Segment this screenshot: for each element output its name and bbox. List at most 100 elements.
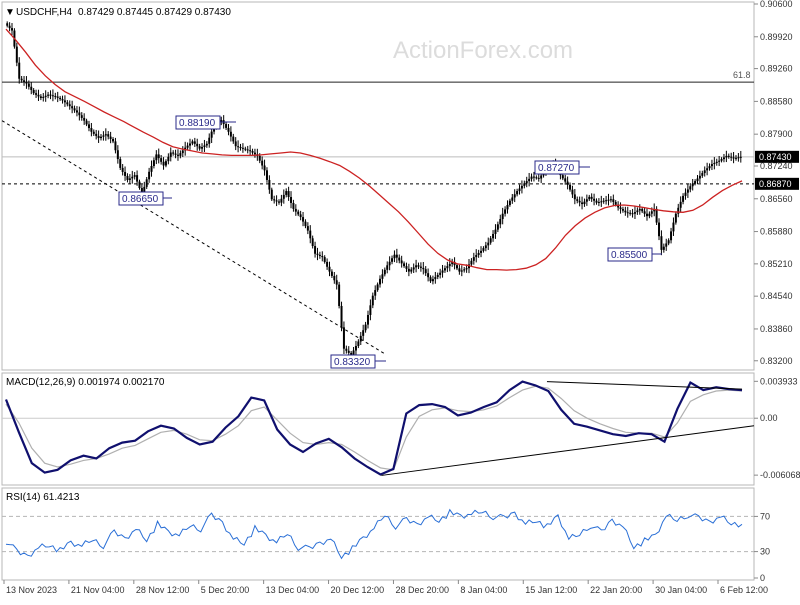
candle-body [434, 277, 437, 280]
candle-body [364, 324, 367, 331]
candle-body [114, 141, 117, 151]
candle-body [294, 208, 297, 212]
candle-body [347, 350, 350, 353]
candle-body [32, 89, 35, 94]
price-tick-label: 0.86560 [760, 194, 793, 204]
candle-body [679, 201, 682, 208]
candle-body [602, 200, 605, 202]
candle-body [482, 248, 485, 251]
candle-body [520, 185, 523, 189]
candle-body [684, 192, 687, 196]
candle-body [369, 305, 372, 315]
price-tick-label: 0.90600 [760, 0, 793, 9]
candle-body [326, 261, 329, 267]
candle-body [333, 275, 336, 281]
candle-body [15, 46, 18, 63]
candle-body [352, 350, 355, 355]
candle-body [59, 97, 62, 100]
candle-body [477, 252, 480, 256]
candle-body [155, 154, 158, 161]
candle-body [193, 141, 196, 144]
candle-body [643, 211, 646, 214]
candle-body [314, 246, 317, 254]
candle-body [304, 221, 307, 227]
candle-body [691, 183, 694, 187]
candle-body [102, 135, 105, 137]
candle-body [80, 115, 83, 118]
candle-body [386, 265, 389, 270]
candle-body [624, 210, 627, 213]
candle-body [737, 157, 740, 159]
candle-body [686, 189, 689, 193]
candle-body [566, 181, 569, 185]
candle-body [528, 178, 531, 182]
candle-body [239, 147, 242, 149]
candle-body [285, 191, 288, 195]
candle-body [95, 133, 98, 136]
candle-body [97, 135, 100, 139]
candle-body [297, 211, 300, 215]
candle-body [335, 280, 338, 285]
candle-body [63, 100, 66, 103]
candle-body [718, 160, 721, 162]
candle-body [689, 186, 692, 190]
candle-body [366, 314, 369, 325]
candle-body [273, 199, 276, 201]
candle-body [655, 208, 658, 223]
time-tick-label: 15 Jan 12:00 [525, 585, 577, 595]
candle-body [316, 253, 319, 255]
candle-body [609, 199, 612, 201]
candle-body [302, 217, 305, 222]
annotation-label: 0.85500 [611, 250, 648, 261]
candle-body [504, 209, 507, 214]
candle-body [119, 159, 122, 168]
candle-body [311, 238, 314, 247]
candle-body [203, 145, 206, 148]
chart-background [0, 0, 800, 600]
candle-body [670, 231, 673, 241]
candle-body [210, 131, 213, 138]
candle-body [131, 176, 134, 179]
candle-body [309, 230, 312, 239]
symbol-header: USDCHF,H4 [16, 7, 73, 18]
candle-body [8, 25, 11, 29]
candle-body [49, 94, 52, 96]
header-arrow-icon[interactable]: ▼ [5, 7, 15, 18]
candle-body [227, 127, 230, 132]
candle-body [436, 274, 439, 278]
candle-body [225, 124, 228, 128]
candle-body [323, 257, 326, 262]
candle-body [725, 155, 728, 158]
candle-body [328, 266, 331, 272]
candle-body [443, 268, 446, 271]
candle-body [345, 348, 348, 351]
candle-body [172, 152, 175, 154]
candle-body [68, 104, 71, 107]
candle-body [472, 257, 475, 261]
candle-body [244, 148, 247, 150]
candle-body [412, 267, 415, 270]
candle-body [662, 246, 665, 250]
candle-body [249, 150, 252, 152]
candle-body [56, 96, 59, 98]
time-tick-label: 8 Jan 04:00 [460, 585, 507, 595]
candle-body [241, 147, 244, 149]
rsi-tick-label: 30 [760, 547, 770, 557]
candle-body [11, 28, 14, 31]
candle-body [20, 78, 23, 81]
candle-body [523, 183, 526, 186]
candle-body [357, 341, 360, 346]
candle-body [429, 277, 432, 282]
candle-body [191, 141, 194, 144]
annotation-label: 0.87270 [538, 163, 575, 174]
time-tick-label: 13 Nov 2023 [6, 585, 57, 595]
candle-body [189, 143, 191, 146]
time-tick-label: 5 Dec 20:00 [201, 585, 250, 595]
watermark: ActionForex.com [393, 37, 573, 64]
candle-body [597, 201, 600, 203]
candle-body [619, 207, 622, 210]
candle-body [121, 167, 124, 172]
candle-body [124, 171, 127, 176]
candle-body [667, 240, 670, 244]
candle-body [722, 157, 725, 160]
